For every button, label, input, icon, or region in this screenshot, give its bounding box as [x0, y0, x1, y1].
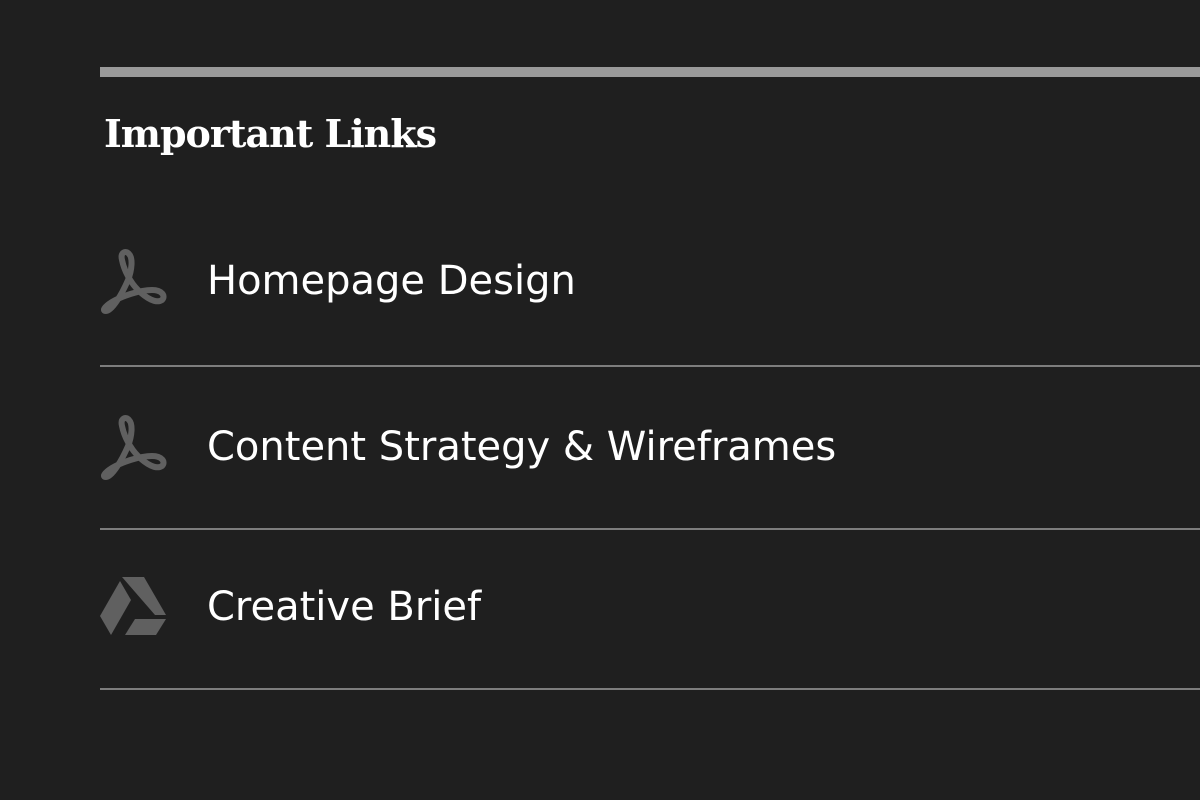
important-links-panel: Important Links Homepage Design Content …	[100, 67, 1200, 800]
link-item-creative-brief[interactable]: Creative Brief	[100, 530, 1200, 690]
link-label[interactable]: Creative Brief	[207, 587, 481, 627]
link-item-content-strategy-wireframes[interactable]: Content Strategy & Wireframes	[100, 367, 1200, 530]
link-label[interactable]: Content Strategy & Wireframes	[207, 427, 836, 467]
link-label[interactable]: Homepage Design	[207, 261, 576, 301]
pdf-icon	[100, 414, 168, 480]
link-item-homepage-design[interactable]: Homepage Design	[100, 201, 1200, 367]
pdf-icon	[100, 248, 168, 314]
section-top-rule	[100, 67, 1200, 77]
section-title: Important Links	[104, 111, 437, 156]
google-drive-icon	[100, 575, 168, 641]
